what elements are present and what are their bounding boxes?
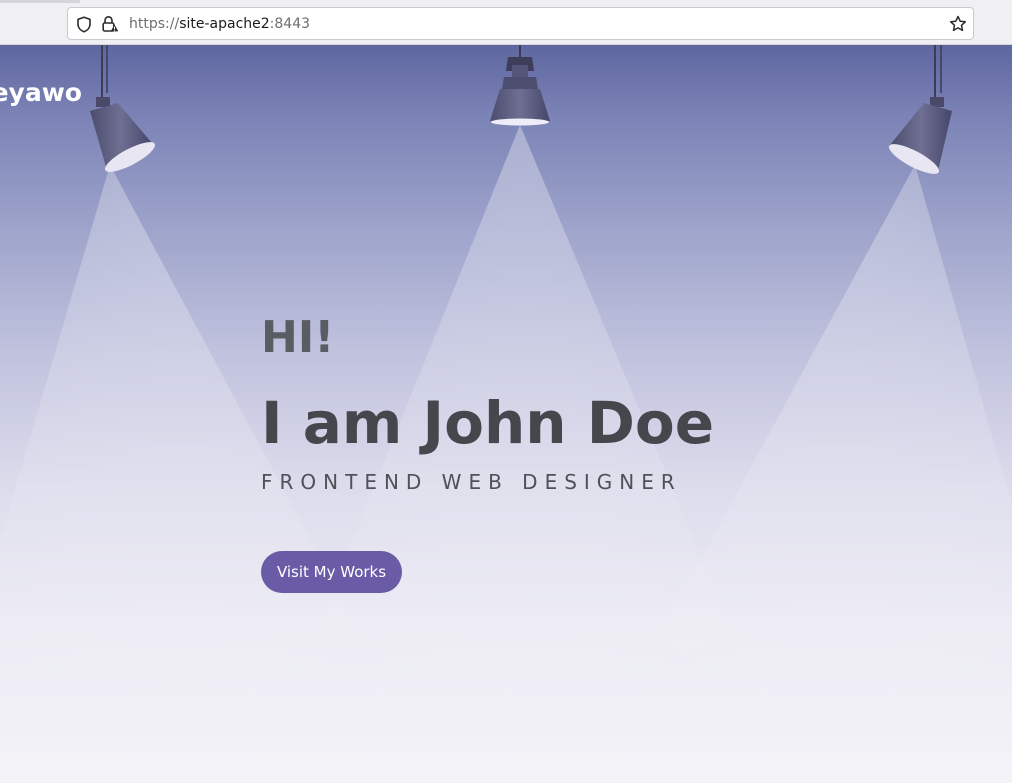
address-bar[interactable]: https://site-apache2:8443 <box>67 7 974 40</box>
brand-logo[interactable]: eyawo <box>0 75 90 115</box>
hero-title: I am John Doe <box>261 389 715 457</box>
star-icon[interactable] <box>949 15 967 33</box>
tab-strip <box>0 0 80 3</box>
hero-subtitle: FRONTEND WEB DESIGNER <box>261 470 682 494</box>
stage-lamp-center <box>490 45 550 126</box>
url-text[interactable]: https://site-apache2:8443 <box>129 15 310 33</box>
brand-name: eyawo <box>0 78 82 107</box>
hero-greeting: HI! <box>261 312 335 363</box>
browser-toolbar: https://site-apache2:8443 <box>0 0 1012 45</box>
stage-lamp-left <box>90 45 156 172</box>
shield-icon[interactable] <box>75 15 93 33</box>
hero-content: HI! I am John Doe FRONTEND WEB DESIGNER … <box>261 311 881 593</box>
url-host: site-apache2 <box>179 16 270 32</box>
url-scheme: https:// <box>129 16 180 32</box>
lock-warning-icon[interactable] <box>101 15 119 33</box>
stage-lamp-right <box>888 45 952 174</box>
visit-my-works-button[interactable]: Visit My Works <box>261 551 402 593</box>
hero-section: eyawo HI! I am John Doe FRONTEND WEB DES… <box>0 45 1012 783</box>
url-port: :8443 <box>269 16 311 32</box>
